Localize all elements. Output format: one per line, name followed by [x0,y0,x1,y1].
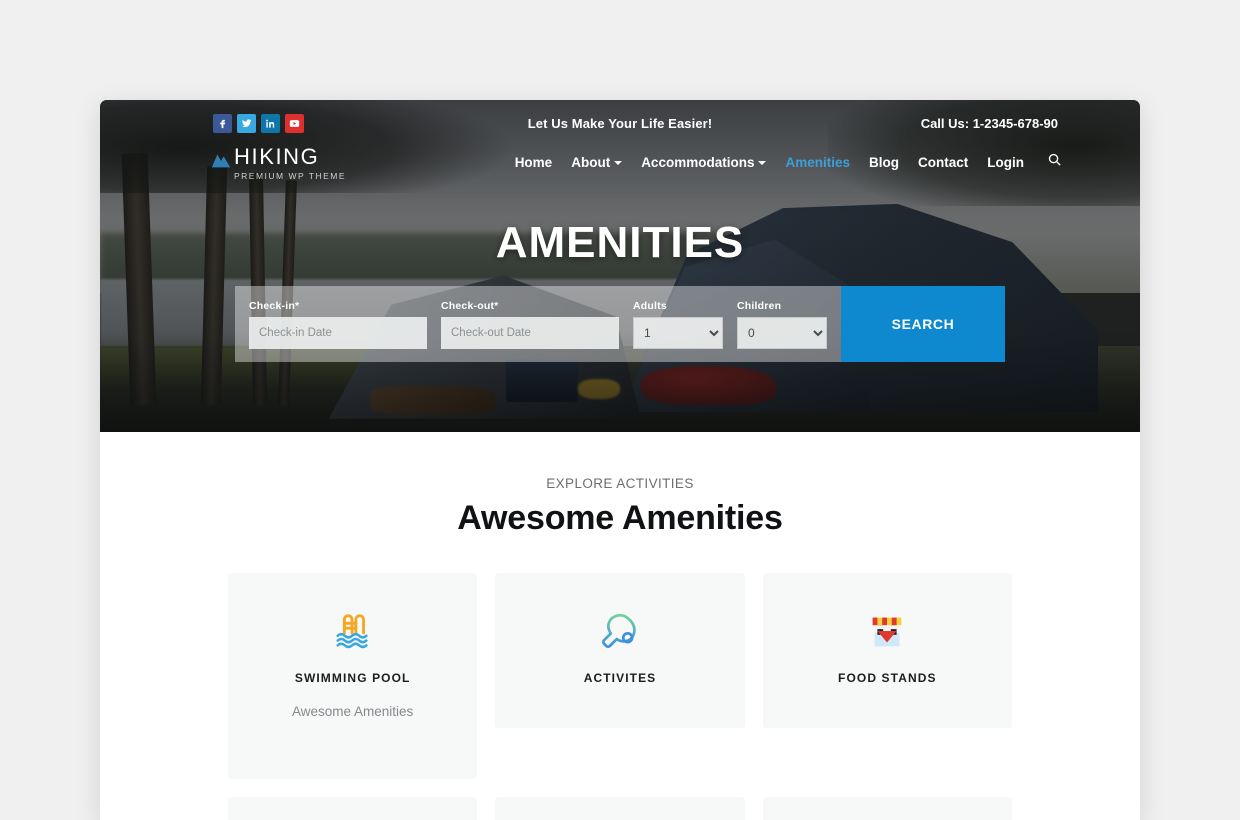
checkout-label-text: Check-out [441,299,495,312]
checkin-label: Check-in* [249,300,427,312]
amenity-title: FOOD STANDS [838,671,937,685]
adults-label: Adults [633,299,667,312]
amenity-card-tennis[interactable] [495,797,745,820]
children-label: Children [737,299,782,312]
section-headline: Awesome Amenities [457,499,783,537]
nav-label: Accommodations [641,154,755,170]
nav-item-contact[interactable]: Contact [918,155,968,170]
field-checkout: Check-out* [441,300,619,349]
nav-label: Contact [918,154,969,170]
amenity-desc: Awesome Amenities [292,704,414,719]
logo-name: HIKING [234,144,320,169]
search-icon[interactable] [1047,152,1062,172]
nav-item-about[interactable]: About [571,154,623,170]
adults-select[interactable]: 12345 [633,316,723,349]
hero-banner: Let Us Make Your Life Easier! Call Us: 1… [100,100,1140,432]
logo-subtitle: PREMIUM WP THEME [234,171,346,181]
children-select[interactable]: 01234 [737,316,827,349]
food-stand-icon [864,605,910,657]
booking-fields: Check-in* Check-out* Adults 12345 Childr… [235,286,841,362]
swimming-pool-icon [330,605,376,657]
nav-label: About [571,154,611,170]
amenity-title: ACTIVITES [583,671,657,685]
mountain-logo-icon [211,154,231,168]
amenity-card-activites[interactable]: ACTIVITES [495,573,745,728]
checkout-input[interactable] [441,316,619,349]
amenity-card-swimming-pool[interactable]: SWIMMING POOL Awesome Amenities [228,573,478,779]
amenity-card-bag[interactable] [762,797,1012,820]
field-children: Children 01234 [737,300,827,349]
amenity-title: SWIMMING POOL [294,671,411,685]
nav-item-blog[interactable]: Blog [869,155,899,170]
nav-item-home[interactable]: Home [515,155,553,170]
main-content: EXPLORE ACTIVITIES Awesome Amenities SWI… [100,432,1140,820]
field-adults: Adults 12345 [633,300,723,349]
main-nav: Home About Accommodations Amenities Blog [515,152,1062,172]
call-us-text: Call Us: 1-2345-678-90 [920,115,1058,131]
checkin-label-text: Check-in [249,299,295,312]
required-asterisk: * [494,299,499,312]
field-checkin: Check-in* [249,300,427,349]
chevron-down-icon [758,161,767,165]
required-asterisk: * [294,299,300,312]
chevron-down-icon [614,161,623,165]
nav-label: Blog [869,154,899,170]
nav-label: Amenities [785,154,850,170]
browser-page: Let Us Make Your Life Easier! Call Us: 1… [100,100,1140,820]
nav-label: Home [514,154,553,170]
amenities-grid-row1: SWIMMING POOL Awesome Amenities ACTIVITE… [100,538,1140,779]
amenity-card-wifi[interactable] [228,797,478,820]
nav-item-accommodations[interactable]: Accommodations [641,154,767,170]
navigation-row: HIKING PREMIUM WP THEME Home About Accom… [100,142,1140,192]
page-title: AMENITIES [495,218,745,267]
section-eyebrow: EXPLORE ACTIVITIES [546,476,694,491]
top-utility-bar: Let Us Make Your Life Easier! Call Us: 1… [100,100,1140,146]
checkout-label: Check-out* [441,300,619,312]
booking-search-form: Check-in* Check-out* Adults 12345 Childr… [235,286,1005,362]
checkin-input[interactable] [249,316,427,349]
ping-pong-paddle-icon [597,605,643,657]
site-logo[interactable]: HIKING PREMIUM WP THEME [210,146,346,181]
nav-item-amenities[interactable]: Amenities [785,155,850,170]
nav-label: Login [987,154,1024,170]
amenity-card-food-stands[interactable]: FOOD STANDS [762,573,1012,728]
nav-item-login[interactable]: Login [987,155,1024,170]
search-button[interactable]: SEARCH [841,286,1005,362]
amenities-grid-row2 [100,779,1140,820]
